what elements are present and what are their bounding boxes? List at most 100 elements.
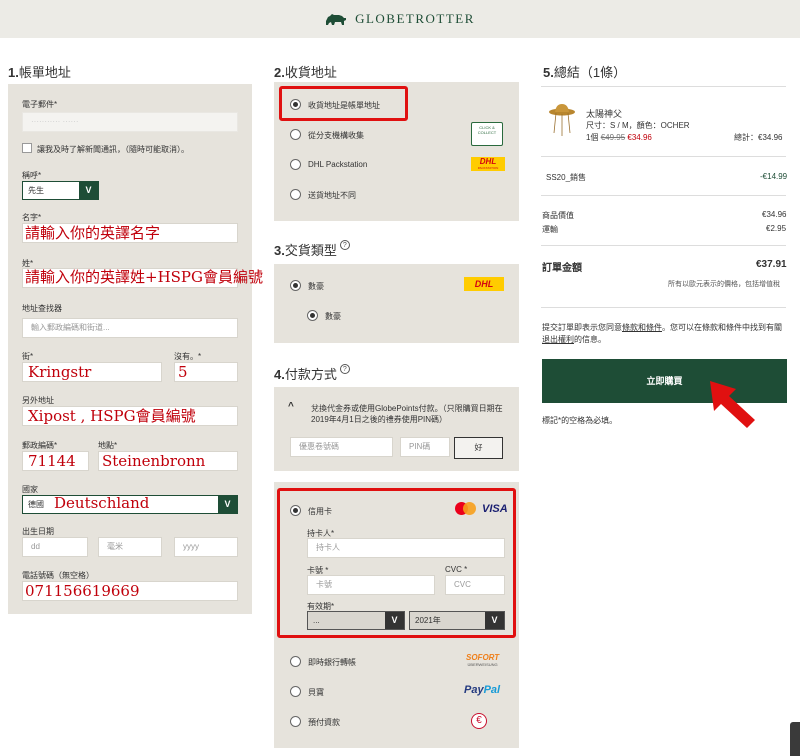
newsletter-checkbox[interactable] bbox=[22, 143, 32, 153]
voucher-code-input[interactable]: 優惠卷號碼 bbox=[290, 437, 393, 457]
discount-label: SS20_銷售 bbox=[546, 173, 587, 182]
shipping-option-branch-radio[interactable] bbox=[290, 129, 301, 140]
payment-paypal-radio[interactable] bbox=[290, 686, 301, 697]
goods-label: 商品價值 bbox=[542, 211, 574, 220]
lastname-annotation: 請輸入你的英譯姓+HSPG會員編號 bbox=[25, 268, 264, 286]
country-dropdown-icon[interactable]: V bbox=[218, 496, 237, 513]
street-label: 街* bbox=[22, 352, 34, 361]
payment-prepay-radio[interactable] bbox=[290, 716, 301, 727]
site-header: GLOBETROTTER bbox=[0, 0, 800, 38]
highlight-credit-card bbox=[277, 488, 516, 638]
shipping-option-packstation-label: DHL Packstation bbox=[308, 160, 368, 169]
shipping-option-different-label: 送貨地址不同 bbox=[308, 191, 356, 200]
address-finder-input[interactable]: 輸入郵政編碼和街道... bbox=[22, 318, 238, 338]
withdrawal-link[interactable]: 退出權利 bbox=[542, 335, 574, 344]
salutation-dropdown-icon[interactable]: V bbox=[79, 182, 98, 199]
bear-icon bbox=[326, 14, 347, 25]
salutation-select[interactable]: 先生 V bbox=[22, 181, 99, 200]
email-label: 電子郵件* bbox=[22, 100, 58, 109]
payment-sofort-label: 即時銀行轉帳 bbox=[308, 658, 356, 667]
delivery-option-radio[interactable] bbox=[290, 280, 301, 291]
product-image[interactable] bbox=[548, 103, 576, 137]
summary-divider bbox=[541, 307, 786, 308]
delivery-panel: 數豪 DHL 數豪 bbox=[274, 264, 519, 343]
paypal-icon: PayPal bbox=[464, 684, 501, 696]
goods-value: €34.96 bbox=[762, 210, 787, 219]
dhl-packstation-icon: DHL PACKSTATION bbox=[471, 157, 505, 171]
voucher-ok-button[interactable]: 好 bbox=[454, 437, 503, 459]
delivery-help-icon[interactable]: ? bbox=[339, 240, 350, 250]
delivery-option-label: 數豪 bbox=[308, 282, 324, 291]
product-total: 總計：€34.96 bbox=[734, 133, 783, 142]
payment-sofort-radio[interactable] bbox=[290, 656, 301, 667]
salutation-value: 先生 bbox=[28, 186, 44, 195]
dob-month-input[interactable]: 毫米 bbox=[98, 537, 162, 557]
voucher-pin-input[interactable]: PIN碼 bbox=[400, 437, 450, 457]
brand-name: GLOBETROTTER bbox=[355, 11, 475, 26]
city-annotation: Steinenbronn bbox=[102, 452, 206, 470]
vat-note: 所有以歐元表示的價格，包括增值稅 bbox=[668, 281, 780, 288]
sofort-icon: SOFORT ÜBERWEISUNG bbox=[466, 653, 500, 667]
payment-paypal-label: 貝寶 bbox=[308, 688, 324, 697]
payment-prepay-label: 預付資款 bbox=[308, 718, 340, 727]
email-field[interactable]: ··········· ······ bbox=[22, 112, 238, 132]
shipping-option-different-radio[interactable] bbox=[290, 189, 301, 200]
summary-divider bbox=[541, 195, 786, 196]
country-value: 德國 bbox=[28, 500, 44, 509]
required-note: 標記*的空格為必填。 bbox=[542, 416, 618, 425]
billing-title: 1.帳單地址 bbox=[8, 65, 71, 80]
product-price-line: 1個 €49.95 €34.96 bbox=[586, 132, 652, 143]
delivery-sub-option-label: 數豪 bbox=[325, 312, 341, 321]
dob-label: 出生日期 bbox=[22, 527, 54, 536]
terms-notice: 提交訂單即表示您同意條款和條件。您可以在條款和條件中找到有關退出權利的信息。 bbox=[542, 323, 782, 344]
firstname-annotation: 請輸入你的英譯名字 bbox=[25, 224, 161, 242]
edge-widget[interactable] bbox=[790, 722, 800, 756]
extra-address-label: 另外地址 bbox=[22, 396, 54, 405]
shipping-option-packstation-radio[interactable] bbox=[290, 159, 301, 170]
phone-label: 電話號碼（無空格） bbox=[22, 571, 94, 580]
shipping-title: 2.收貨地址 bbox=[274, 65, 337, 80]
product-qty: 1個 bbox=[586, 133, 599, 142]
delivery-title: 3.交貨類型? bbox=[274, 240, 350, 259]
summary-divider bbox=[541, 245, 786, 246]
voucher-collapse-icon[interactable]: ^ bbox=[288, 401, 294, 412]
discount-value: -€14.99 bbox=[760, 172, 788, 181]
billing-panel: 電子郵件* ··········· ······ 讓我及時了解新聞通訊，（隨時可… bbox=[8, 84, 263, 614]
country-annotation: Deutschland bbox=[54, 494, 150, 512]
dob-day-input[interactable]: dd bbox=[22, 537, 88, 557]
house-number-label: 沒有。* bbox=[174, 352, 202, 361]
payment-help-icon[interactable]: ? bbox=[339, 364, 350, 374]
street-annotation: Kringstr bbox=[28, 363, 92, 381]
highlight-billing-address bbox=[279, 86, 408, 121]
arrow-annotation-icon bbox=[710, 381, 755, 428]
product-variant: 尺寸：S / M，顏色：OCHER bbox=[586, 121, 690, 130]
address-finder-label: 地址查找器 bbox=[22, 304, 62, 313]
salutation-label: 稱呼* bbox=[22, 171, 42, 180]
payment-title: 4.付款方式? bbox=[274, 364, 350, 383]
house-number-annotation: 5 bbox=[178, 363, 188, 381]
summary-title: 5.總結（1條） bbox=[543, 65, 627, 80]
shipping-cost-value: €2.95 bbox=[766, 224, 787, 233]
brand-logo[interactable]: GLOBETROTTER bbox=[325, 11, 475, 27]
city-label: 地點* bbox=[98, 441, 118, 450]
dob-year-input[interactable]: yyyy bbox=[174, 537, 238, 557]
voucher-description: 兌換代金券或使用GlobePoints付款。（只限購買日期在2019年4月1日之… bbox=[311, 404, 503, 424]
country-label: 國家 bbox=[22, 485, 38, 494]
euro-icon: € bbox=[471, 713, 487, 729]
newsletter-label: 讓我及時了解新聞通訊，（隨時可能取消）。 bbox=[37, 145, 189, 154]
shipping-option-branch-label: 從分支機構收集 bbox=[308, 131, 364, 140]
extra-address-annotation: Xipost , HSPG會員編號 bbox=[28, 407, 196, 425]
product-new-price: €34.96 bbox=[627, 133, 652, 142]
click-collect-icon: CLICK & COLLECT bbox=[471, 122, 503, 146]
zip-label: 郵政編碼* bbox=[22, 441, 58, 450]
order-total-label: 訂單金額 bbox=[542, 263, 582, 274]
product-name[interactable]: 太陽神父 bbox=[586, 107, 622, 120]
delivery-sub-option-radio[interactable] bbox=[307, 310, 318, 321]
zip-annotation: 71144 bbox=[28, 452, 76, 470]
order-total-value: €37.91 bbox=[756, 259, 787, 270]
summary-divider bbox=[541, 156, 786, 157]
summary-divider bbox=[541, 86, 786, 87]
firstname-label: 名字* bbox=[22, 213, 42, 222]
terms-link[interactable]: 條款和條件 bbox=[622, 323, 662, 332]
product-old-price: €49.95 bbox=[600, 133, 626, 142]
